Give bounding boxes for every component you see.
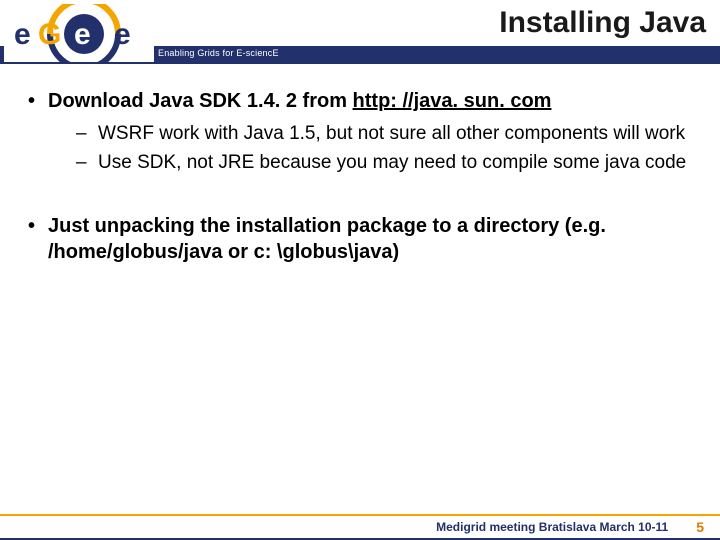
footer: Medigrid meeting Bratislava March 10-11 … xyxy=(0,514,720,540)
bullet-list: Download Java SDK 1.4. 2 from http: //ja… xyxy=(24,88,696,175)
java-download-link[interactable]: http: //java. sun. com xyxy=(353,90,552,112)
bullet-download: Download Java SDK 1.4. 2 from http: //ja… xyxy=(24,88,696,175)
footer-right: Medigrid meeting Bratislava March 10-11 … xyxy=(400,516,720,538)
slide-title: Installing Java xyxy=(499,6,706,40)
bullet-download-text: Download Java SDK 1.4. 2 from xyxy=(48,90,353,112)
header: Installing Java Enabling Grids for E-sci… xyxy=(0,0,720,64)
footer-meeting-text: Medigrid meeting Bratislava March 10-11 xyxy=(436,520,668,534)
bullet-unpack: Just unpacking the installation package … xyxy=(24,213,696,265)
sub-bullet-wsrf: WSRF work with Java 1.5, but not sure al… xyxy=(76,122,696,147)
header-tagline: Enabling Grids for E-sciencE xyxy=(158,48,279,58)
content-body: Download Java SDK 1.4. 2 from http: //ja… xyxy=(0,64,720,265)
logo-letter-e3: e xyxy=(114,18,131,51)
logo-letter-e2: e xyxy=(74,18,91,51)
logo-letter-e1: e xyxy=(14,18,31,51)
bullet-list-2: Just unpacking the installation package … xyxy=(24,213,696,265)
logo-letter-g: G xyxy=(38,18,61,51)
sub-bullet-list: WSRF work with Java 1.5, but not sure al… xyxy=(76,122,696,175)
page-number: 5 xyxy=(696,519,704,535)
egee-logo: e G e e xyxy=(4,4,154,62)
slide: Installing Java Enabling Grids for E-sci… xyxy=(0,0,720,540)
sub-bullet-sdk: Use SDK, not JRE because you may need to… xyxy=(76,151,696,176)
spacer xyxy=(24,193,696,213)
